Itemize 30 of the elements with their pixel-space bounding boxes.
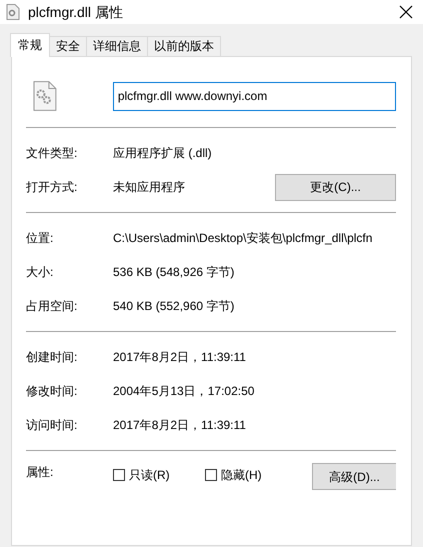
checkbox-label: 隐藏(H): [221, 467, 262, 484]
property-value: 未知应用程序: [113, 179, 185, 196]
property-label: 修改时间:: [26, 383, 78, 400]
file-name-field[interactable]: plcfmgr.dll www.downyi.com: [112, 82, 396, 110]
checkbox[interactable]: [113, 469, 125, 481]
property-value: 2017年8月2日，11:39:11: [113, 417, 246, 434]
property-value: 2017年8月2日，11:39:11: [113, 349, 246, 366]
checkbox-label: 只读(R): [129, 467, 170, 484]
property-value: 540 KB (552,960 字节): [113, 298, 234, 315]
attributes-label: 属性:: [26, 464, 54, 481]
change-button[interactable]: 更改(C)...: [275, 174, 396, 200]
property-value: C:\Users\admin\Desktop\安装包\plcfmgr_dll\plcfn: [113, 230, 372, 247]
advanced-button[interactable]: 高级(D)...: [312, 463, 396, 490]
property-value: 应用程序扩展 (.dll): [113, 145, 212, 162]
property-label: 位置:: [26, 230, 54, 247]
property-label: 大小:: [26, 264, 54, 281]
checkbox[interactable]: [205, 469, 217, 481]
property-label: 创建时间:: [26, 349, 78, 366]
property-label: 文件类型:: [26, 145, 78, 162]
property-value: 2004年5月13日，17:02:50: [113, 383, 254, 400]
property-label: 访问时间:: [26, 417, 78, 434]
property-label: 打开方式:: [26, 179, 78, 196]
close-icon[interactable]: [399, 5, 413, 19]
settings-file-icon: [33, 81, 57, 111]
tab[interactable]: 以前的版本: [147, 36, 221, 56]
file-icon: [6, 4, 20, 20]
property-label: 占用空间:: [26, 298, 78, 315]
window-title: plcfmgr.dll 属性: [28, 2, 124, 22]
tab[interactable]: 常规: [10, 33, 50, 57]
property-value: 536 KB (548,926 字节): [113, 264, 234, 281]
